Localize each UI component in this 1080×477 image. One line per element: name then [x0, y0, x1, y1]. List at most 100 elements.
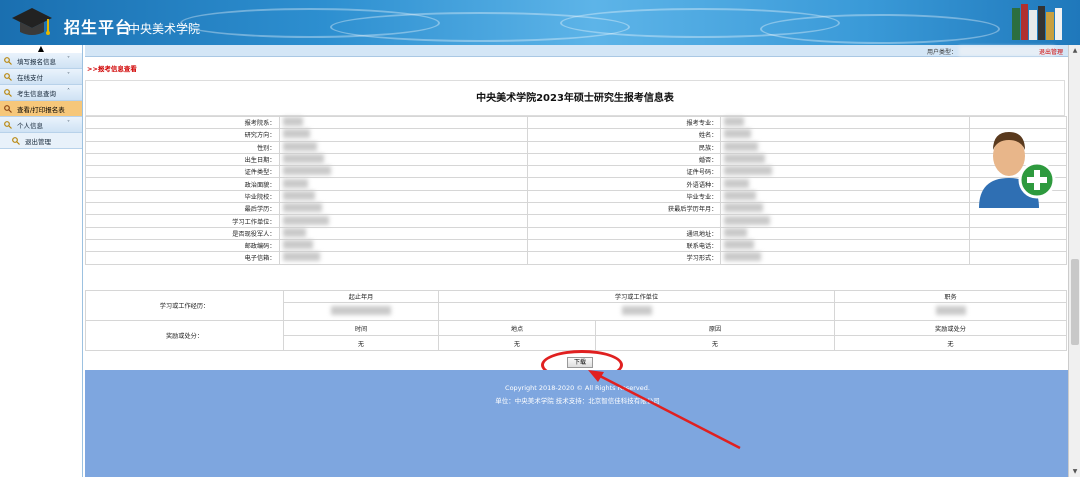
key-icon — [4, 88, 12, 97]
scroll-down-icon[interactable]: ▼ — [1071, 468, 1079, 475]
chevron-up-icon: ˄ — [67, 88, 70, 95]
field-value — [278, 202, 528, 216]
table-cell: 无 — [283, 335, 439, 351]
avatar-cell — [968, 238, 1068, 253]
footer-unit: 单位：中央美术学院 技术支持：北京智信佳科技有限公司 — [495, 397, 660, 405]
field-value — [278, 238, 528, 253]
field-label: 学习工作单位： — [85, 214, 280, 228]
redacted-value — [282, 117, 303, 127]
chevron-down-icon: ˅ — [67, 120, 70, 127]
download-button[interactable]: 下载 — [567, 357, 593, 368]
redacted-value — [724, 240, 755, 250]
field-value — [720, 177, 970, 191]
work-history-label: 学习或工作经历： — [85, 290, 284, 321]
table-row: 电子信箱： 学习形式： — [85, 251, 1068, 265]
column-header: 时间 — [283, 320, 439, 336]
redacted-cell — [283, 302, 439, 321]
field-value — [720, 226, 970, 240]
redacted-cell — [438, 302, 835, 321]
sidebar-item-online-payment[interactable]: 在线支付 ˅ — [0, 69, 82, 85]
field-label: 性别： — [85, 140, 280, 154]
field-value — [278, 152, 528, 167]
key-icon — [4, 120, 12, 129]
vertical-scrollbar[interactable]: ▲ ▼ — [1068, 45, 1080, 477]
avatar-cell — [968, 214, 1068, 228]
field-label: 毕业专业： — [526, 189, 722, 204]
field-label: 获最后学历年月： — [526, 202, 722, 216]
field-label — [526, 214, 722, 228]
table-row: 最后学历： 获最后学历年月： — [85, 202, 1068, 216]
table-row: 是否现役军人： 通讯地址： — [85, 226, 1068, 240]
banner-decoration — [760, 14, 1000, 44]
user-type-label: 用户类型： — [926, 49, 957, 56]
field-value — [720, 251, 970, 265]
sidebar-item-fill-application[interactable]: 填写报名信息 ˅ — [0, 53, 82, 69]
scroll-up-icon[interactable]: ▲ — [1071, 47, 1079, 54]
field-label: 出生日期： — [85, 152, 280, 167]
sidebar-item-logout[interactable]: 退出管理 — [0, 133, 82, 149]
school-name: 中央美术学院 — [128, 22, 201, 36]
redacted-value — [724, 215, 771, 225]
sidebar-item-label: 个人信息 — [17, 121, 43, 130]
header-banner: 招生平台 中央美术学院 — [0, 0, 1080, 45]
field-value — [720, 128, 970, 142]
field-label: 最后学历： — [85, 202, 280, 216]
redacted-value — [724, 190, 757, 200]
scroll-thumb[interactable] — [1071, 259, 1079, 345]
table-row: 政治面貌： 外语语种： — [85, 177, 1068, 191]
redacted-value — [282, 203, 322, 213]
redacted-value — [282, 154, 324, 164]
copyright-text: Copyright 2018-2020 © All Rights Reserve… — [505, 384, 650, 392]
sidebar-item-print-form[interactable]: 查看/打印报名表 — [0, 101, 82, 117]
redacted-value — [282, 252, 320, 262]
field-value — [720, 165, 970, 179]
page-title: 中央美术学院2023年硕士研究生报考信息表 — [85, 80, 1065, 116]
field-label: 证件类型： — [85, 165, 280, 179]
field-value — [720, 152, 970, 167]
chevron-down-icon: ˅ — [67, 56, 70, 63]
field-value — [720, 202, 970, 216]
redacted-value — [724, 227, 748, 237]
sidebar-item-label: 考生信息查询 — [17, 89, 56, 98]
redacted-value — [724, 252, 762, 262]
sidebar-item-label: 退出管理 — [25, 137, 51, 146]
field-label: 政治面貌： — [85, 177, 280, 191]
table-row: 证件类型： 证件号码： — [85, 165, 1068, 179]
redacted-value — [282, 129, 310, 139]
redacted-value — [282, 227, 306, 237]
table-row: 邮政编码： 联系电话： — [85, 238, 1068, 253]
avatar-cell — [968, 226, 1068, 240]
info-table: 报考院系： 报考专业： 研究方向： 姓名： 性别： 民族： 出生日期： 婚否： 证件类型： 证件号… — [85, 115, 1068, 265]
history-table: 学习或工作经历： 起止年月 学习或工作单位 职务 奖励或处分： 时间 地点 原因… — [85, 290, 1067, 351]
collapse-up-icon[interactable]: ▲ — [0, 45, 82, 53]
column-header: 职务 — [834, 290, 1067, 303]
field-value — [278, 128, 528, 142]
avatar-add-icon[interactable] — [971, 118, 1061, 210]
field-value — [720, 115, 970, 130]
graduation-cap-icon — [12, 8, 52, 35]
logout-link[interactable]: 退出管理 — [1039, 47, 1063, 56]
field-label: 研究方向： — [85, 128, 280, 142]
redacted-value — [724, 166, 773, 176]
award-label: 奖励或处分： — [85, 320, 284, 351]
field-value — [720, 214, 970, 228]
footer: Copyright 2018-2020 © All Rights Reserve… — [85, 370, 1070, 477]
field-value — [720, 238, 970, 253]
redacted-value — [282, 240, 313, 250]
field-value — [720, 189, 970, 204]
field-label: 是否现役军人： — [85, 226, 280, 240]
redacted-value — [282, 141, 317, 151]
user-bar: 用户类型： 退出管理 — [85, 45, 1075, 57]
field-value — [278, 189, 528, 204]
chevron-down-icon: ˅ — [67, 72, 70, 79]
table-row: 出生日期： 婚否： — [85, 152, 1068, 167]
field-label: 联系电话： — [526, 238, 722, 253]
table-cell: 无 — [595, 335, 835, 351]
redacted-cell — [834, 302, 1067, 321]
sidebar-item-personal-info[interactable]: 个人信息 ˅ — [0, 117, 82, 133]
books-icon — [1012, 4, 1062, 40]
field-label: 民族： — [526, 140, 722, 154]
field-value — [278, 177, 528, 191]
sidebar-item-info-query[interactable]: 考生信息查询 ˄ — [0, 85, 82, 101]
column-header: 奖励或处分 — [834, 320, 1067, 336]
